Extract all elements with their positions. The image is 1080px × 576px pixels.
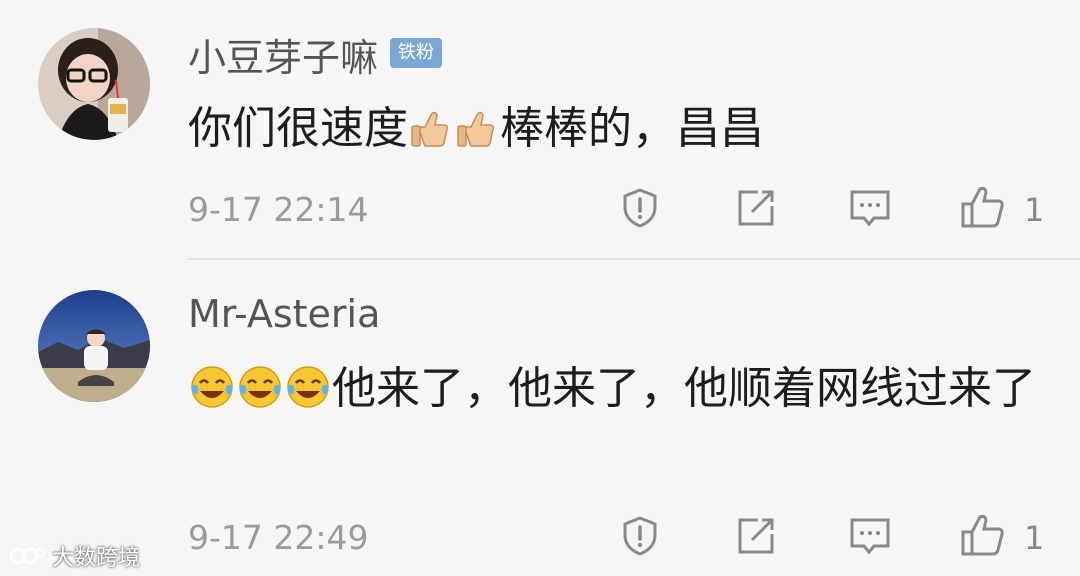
like-button[interactable] [960,512,1004,556]
report-button[interactable] [618,514,662,558]
watermark-text: 大数跨境 [52,546,141,571]
like-count: 1 [1024,191,1045,229]
comment-text-part: 棒棒的，昌昌 [500,103,764,154]
avatar[interactable] [38,290,150,402]
fan-badge: 铁粉 [390,37,443,68]
shield-exclamation-icon [623,516,657,556]
username[interactable]: Mr-Asteria [188,292,380,336]
like-button[interactable] [960,184,1004,228]
watermark: 大数跨境 [10,540,140,573]
share-button[interactable] [734,514,778,558]
thumbs-up-icon [961,514,1004,556]
watermark-logo-icon [10,545,46,573]
comment-text: 他来了，他来了，他顺着网线过来了 [188,356,1048,430]
reply-button[interactable] [848,514,892,558]
comment-time: 9-17 22:14 [188,190,369,229]
thumbs-up-emoji-icon [408,104,454,170]
username[interactable]: 小豆芽子嘛 铁粉 [188,36,443,80]
like-count: 1 [1024,519,1045,557]
comment-time: 9-17 22:49 [188,518,369,557]
report-button[interactable] [618,186,662,230]
comment-item: 小豆芽子嘛 铁粉 你们很速度 棒棒的，昌昌 9-17 22:14 1 [0,0,1080,258]
thumbs-up-emoji-icon [454,104,500,170]
tears-of-joy-emoji-icon [236,363,284,430]
comment-text-part: 你们很速度 [188,103,408,154]
thumbs-up-icon [961,186,1004,228]
comment-text: 你们很速度 棒棒的，昌昌 [188,96,1048,170]
reply-button[interactable] [848,186,892,230]
comment-item: Mr-Asteria 他来了，他来了，他顺着网线过来了 9-17 22:49 1 [0,260,1080,576]
avatar[interactable] [38,28,150,140]
tears-of-joy-emoji-icon [284,363,332,430]
comment-icon [850,190,890,227]
tears-of-joy-emoji-icon [188,363,236,430]
shield-exclamation-icon [623,188,657,228]
share-icon [738,518,774,554]
share-icon [738,190,774,226]
comment-text-part: 他来了，他来了，他顺着网线过来了 [332,363,1036,414]
share-button[interactable] [734,186,778,230]
username-text[interactable]: 小豆芽子嘛 [188,36,378,80]
comment-icon [850,518,890,555]
